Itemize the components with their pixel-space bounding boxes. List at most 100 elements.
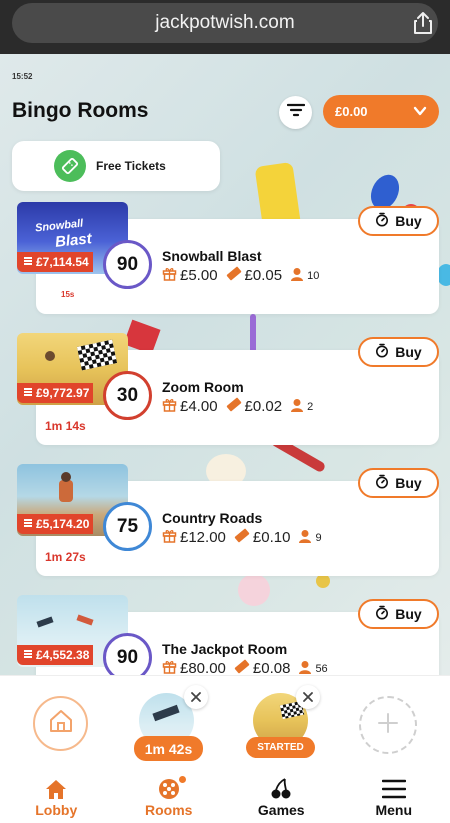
stopwatch-icon bbox=[375, 343, 389, 361]
tab-games[interactable]: Games bbox=[225, 776, 338, 823]
tab-label: Menu bbox=[375, 802, 413, 818]
browser-bar: jackpotwish.com bbox=[0, 0, 450, 54]
player-count: 9 bbox=[315, 531, 322, 544]
hamburger-icon bbox=[381, 776, 406, 802]
prize-value: £5.00 bbox=[180, 267, 218, 284]
tab-label: Games bbox=[257, 802, 305, 818]
jackpot-amount: £7,114.54 bbox=[36, 255, 89, 269]
tab-lobby[interactable]: Lobby bbox=[0, 776, 113, 823]
room-meta: £12.00 £0.10 9 bbox=[162, 528, 330, 547]
tab-rooms[interactable]: Rooms bbox=[113, 776, 226, 823]
bingo-ball-type: 90 bbox=[103, 633, 152, 675]
chevron-down-icon bbox=[413, 104, 427, 121]
home-icon bbox=[47, 707, 75, 740]
player-count: 10 bbox=[307, 269, 320, 282]
buy-button[interactable]: Buy bbox=[358, 206, 439, 236]
close-icon[interactable] bbox=[184, 685, 208, 709]
filter-button[interactable] bbox=[279, 96, 312, 129]
bingo-ball-type: 90 bbox=[103, 240, 152, 289]
bingo-ball-type: 75 bbox=[103, 502, 152, 551]
room-name: Country Roads bbox=[162, 510, 263, 526]
room-card-zoom-room[interactable]: £9,772.97 30 Zoom Room £4.00 £0.02 2 1m … bbox=[0, 333, 450, 453]
home-icon bbox=[44, 776, 68, 802]
balance-value: £0.00 bbox=[335, 104, 368, 119]
add-room-button[interactable] bbox=[359, 696, 417, 754]
room-meta: £4.00 £0.02 2 bbox=[162, 397, 321, 416]
player-count: 2 bbox=[307, 400, 314, 413]
ticket-price: £0.08 bbox=[252, 660, 291, 675]
room-timer: 1m 14s bbox=[45, 419, 86, 433]
tab-menu[interactable]: Menu bbox=[338, 776, 450, 823]
url-text: jackpotwish.com bbox=[155, 12, 295, 33]
ticket-price-icon bbox=[234, 659, 253, 675]
gift-icon bbox=[162, 397, 180, 416]
close-icon[interactable] bbox=[296, 685, 320, 709]
player-icon bbox=[298, 660, 315, 676]
ticket-price-icon bbox=[226, 397, 245, 416]
room-card-country-roads[interactable]: £5,174.20 75 Country Roads £12.00 £0.10 … bbox=[0, 464, 450, 584]
jackpot-badge: £5,174.20 bbox=[17, 514, 94, 534]
prize-value: £12.00 bbox=[180, 529, 226, 546]
buy-label: Buy bbox=[395, 606, 422, 622]
buy-label: Buy bbox=[395, 344, 422, 360]
jackpot-badge: £9,772.97 bbox=[17, 383, 94, 403]
share-icon[interactable] bbox=[406, 6, 440, 40]
player-icon bbox=[290, 267, 307, 285]
ticket-price-icon bbox=[226, 266, 245, 285]
tab-label: Lobby bbox=[35, 802, 78, 818]
plus-icon bbox=[376, 711, 400, 740]
status-time: 15:52 bbox=[12, 72, 33, 81]
jackpot-amount: £4,552.38 bbox=[36, 648, 90, 662]
ticket-icon bbox=[54, 150, 86, 182]
url-bar[interactable]: jackpotwish.com bbox=[12, 3, 438, 43]
stopwatch-icon bbox=[375, 605, 389, 623]
room-meta: £80.00 £0.08 56 bbox=[162, 659, 336, 675]
bingo-ball-type: 30 bbox=[103, 371, 152, 420]
free-tickets-label: Free Tickets bbox=[96, 159, 166, 173]
buy-button[interactable]: Buy bbox=[358, 337, 439, 367]
room-name: Zoom Room bbox=[162, 379, 244, 395]
room-card-the-jackpot-room[interactable]: £4,552.38 90 The Jackpot Room £80.00 £0.… bbox=[0, 595, 450, 675]
gift-icon bbox=[162, 528, 180, 547]
ticket-price: £0.02 bbox=[244, 398, 283, 415]
jackpot-amount: £9,772.97 bbox=[36, 386, 90, 400]
recent-room-1-timer: 1m 42s bbox=[134, 736, 203, 761]
coins-icon bbox=[23, 255, 33, 269]
free-tickets-button[interactable]: Free Tickets bbox=[12, 141, 220, 191]
recent-room-2-status: STARTED bbox=[246, 737, 315, 758]
rooms-icon bbox=[157, 776, 181, 802]
prize-value: £4.00 bbox=[180, 398, 218, 415]
lobby-shortcut[interactable] bbox=[33, 696, 88, 751]
room-card-snowball-blast[interactable]: Snowball Blast £7,114.54 90 Snowball Bla… bbox=[0, 202, 450, 322]
bottom-dock: 1m 42s STARTED Lobby Rooms Games Menu bbox=[0, 675, 450, 823]
ticket-price: £0.05 bbox=[244, 267, 283, 284]
page-title: Bingo Rooms bbox=[12, 99, 149, 122]
gift-icon bbox=[162, 266, 180, 285]
balance-dropdown[interactable]: £0.00 bbox=[323, 95, 439, 128]
buy-button[interactable]: Buy bbox=[358, 599, 439, 629]
buy-button[interactable]: Buy bbox=[358, 468, 439, 498]
coins-icon bbox=[23, 386, 33, 400]
notification-dot bbox=[178, 776, 186, 783]
jackpot-amount: £5,174.20 bbox=[36, 517, 90, 531]
ticket-price-icon bbox=[234, 528, 253, 547]
room-image-label-2: Blast bbox=[54, 230, 93, 251]
player-icon bbox=[298, 529, 315, 547]
filter-icon bbox=[286, 103, 305, 122]
player-count: 56 bbox=[315, 662, 328, 675]
room-timer: 15s bbox=[61, 290, 75, 299]
player-icon bbox=[290, 398, 307, 416]
room-meta: £5.00 £0.05 10 bbox=[162, 266, 327, 285]
buy-label: Buy bbox=[395, 475, 422, 491]
stopwatch-icon bbox=[375, 474, 389, 492]
cherries-icon bbox=[269, 776, 293, 802]
coins-icon bbox=[23, 517, 33, 531]
stopwatch-icon bbox=[375, 212, 389, 230]
jackpot-badge: £4,552.38 bbox=[17, 645, 94, 665]
ticket-price: £0.10 bbox=[252, 529, 291, 546]
room-name: Snowball Blast bbox=[162, 248, 262, 264]
tab-bar: Lobby Rooms Games Menu bbox=[0, 776, 450, 823]
room-name: The Jackpot Room bbox=[162, 641, 288, 657]
buy-label: Buy bbox=[395, 213, 422, 229]
jackpot-badge: £7,114.54 bbox=[17, 252, 93, 272]
